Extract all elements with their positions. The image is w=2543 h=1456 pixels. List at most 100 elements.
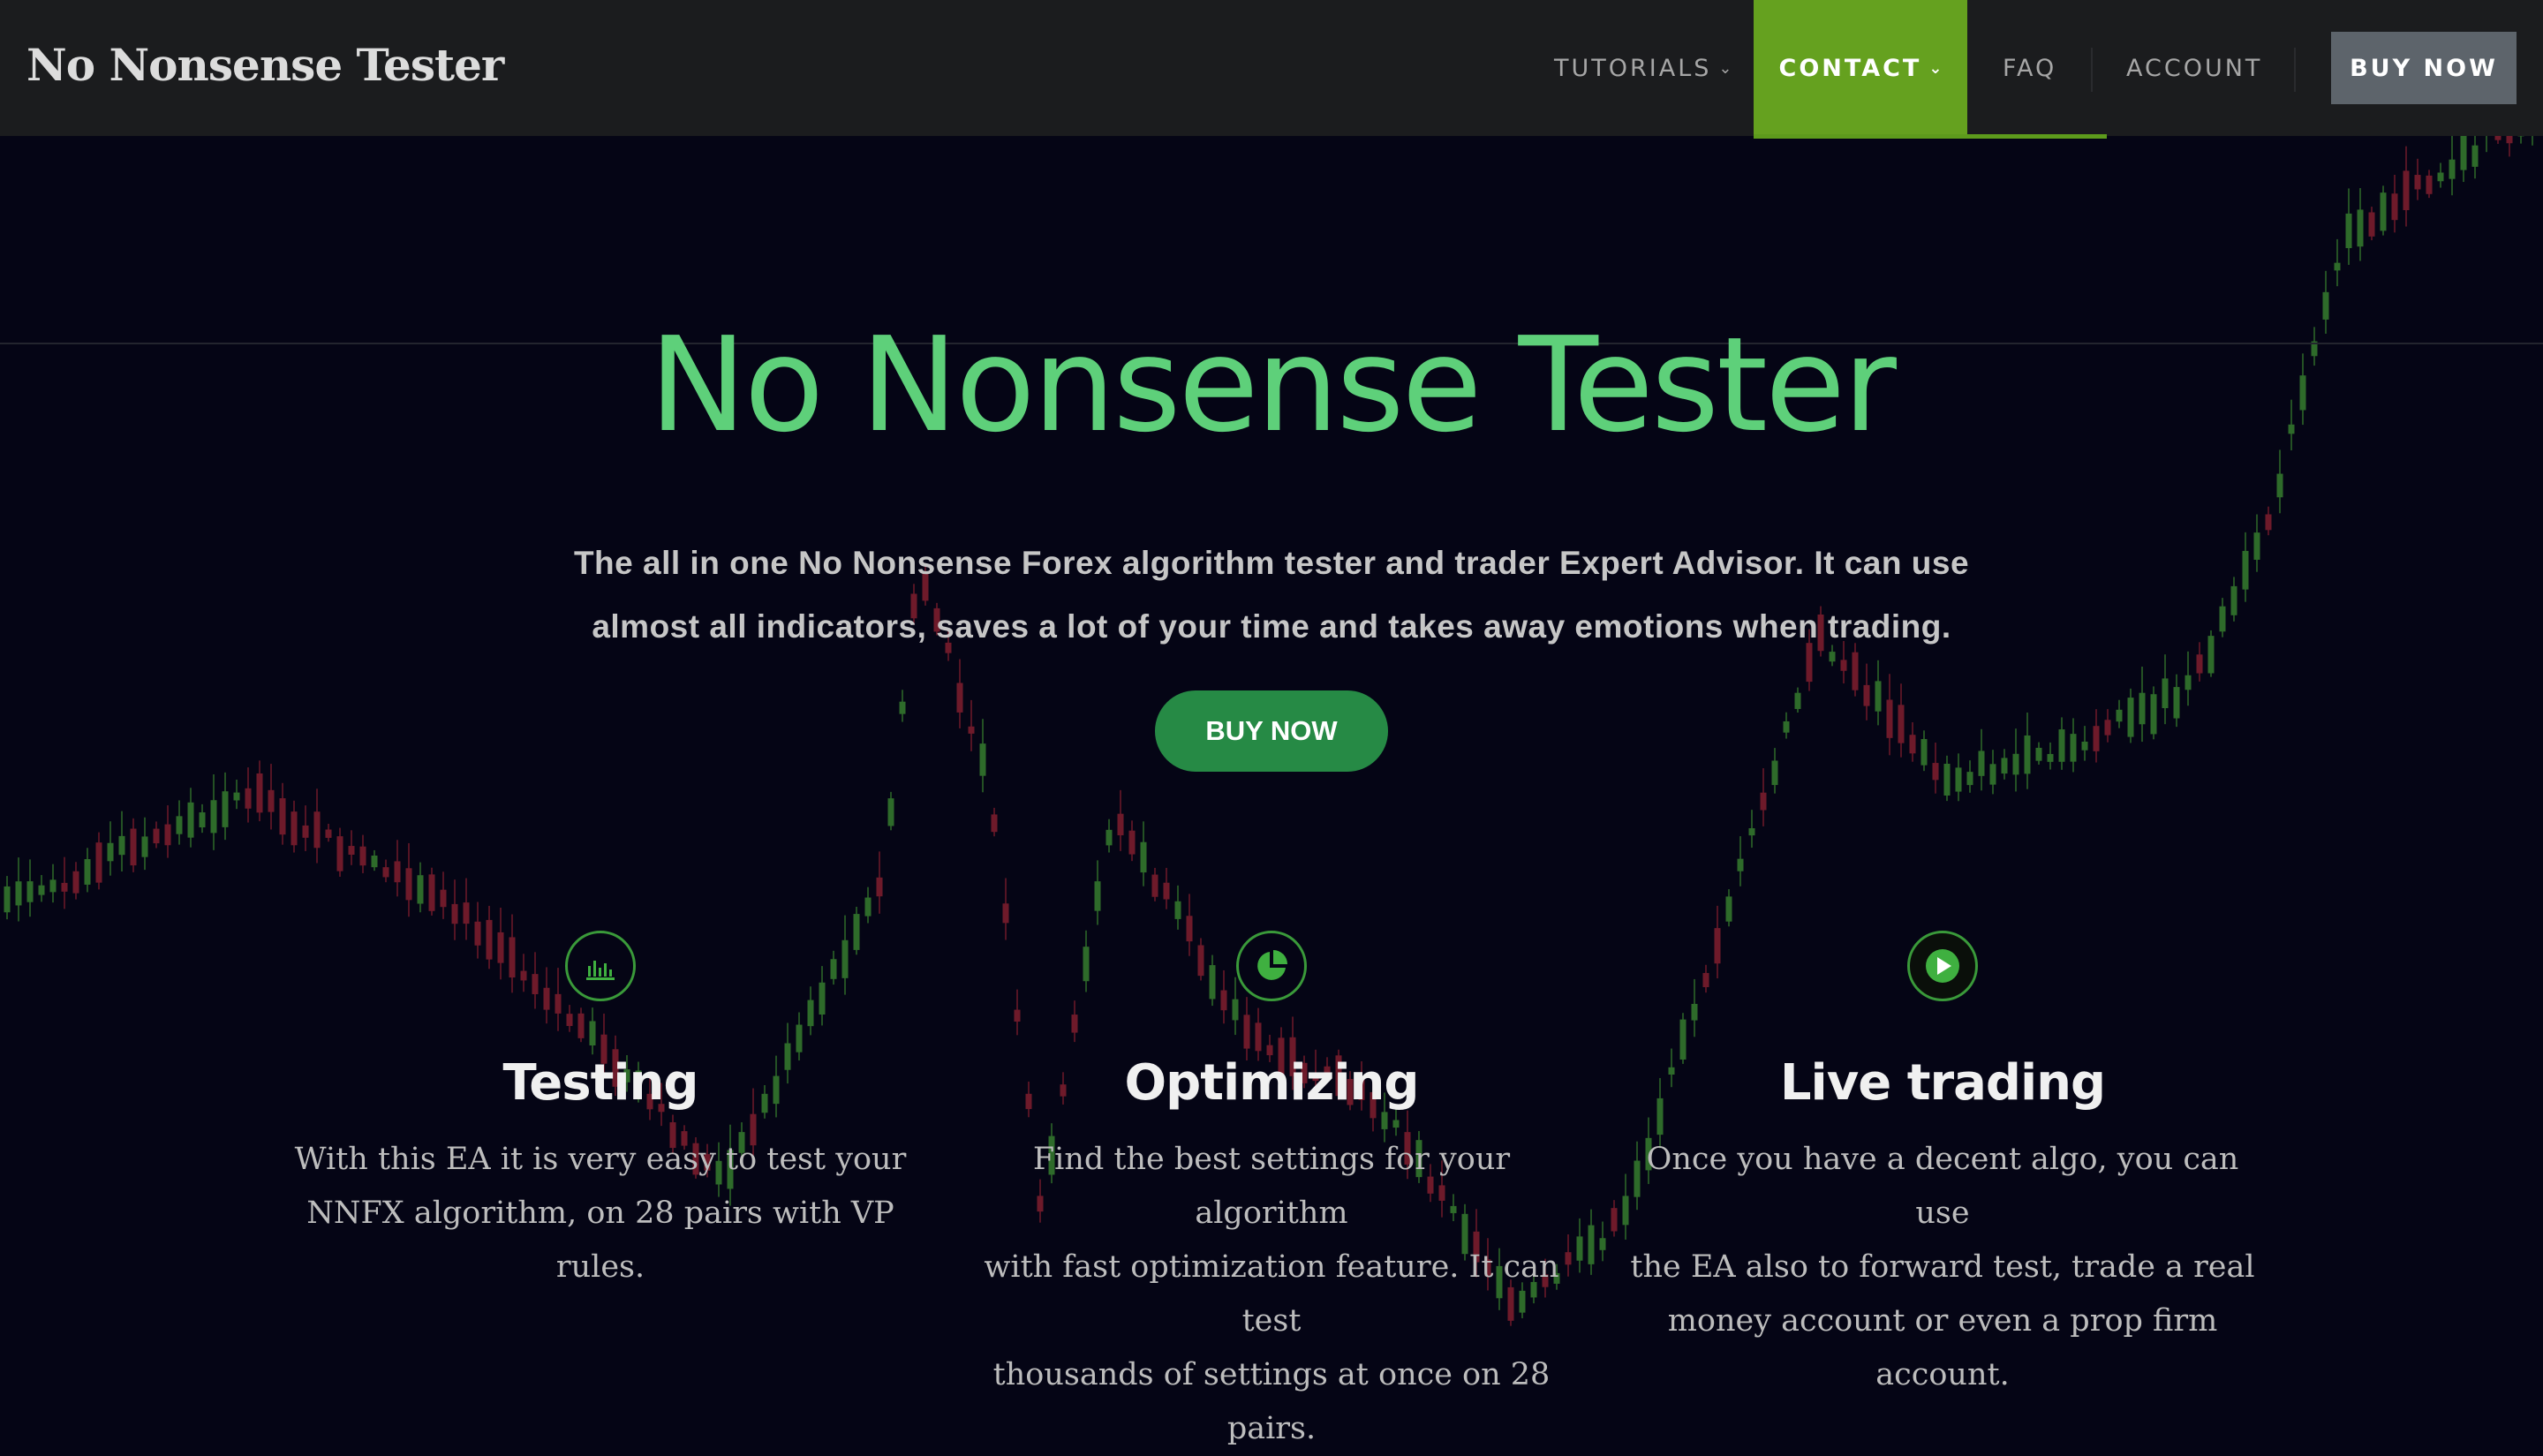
candle-body	[1841, 660, 1847, 670]
candle-body	[2128, 698, 2134, 737]
candle-body	[2048, 754, 2054, 762]
pie-chart-icon	[1236, 931, 1307, 1001]
candle-body	[119, 836, 125, 855]
candle-body	[2220, 607, 2226, 632]
feature-description-line: with fast optimization feature. It can t…	[954, 1241, 1589, 1348]
candle-body	[280, 798, 286, 834]
candle-body	[1761, 793, 1767, 811]
candle-body	[142, 836, 148, 856]
candle-body	[441, 890, 447, 908]
feature-description-line: account.	[1625, 1348, 2260, 1402]
candle-body	[2449, 160, 2456, 179]
candle-body	[1175, 902, 1181, 919]
candle-body	[50, 879, 57, 892]
candle-body	[865, 898, 872, 917]
candle-body	[223, 791, 229, 827]
candle-body	[1611, 1208, 1618, 1231]
candle-body	[2335, 263, 2341, 271]
candle-body	[1898, 705, 1905, 743]
candle-body	[1795, 693, 1801, 709]
candle-body	[2392, 193, 2398, 220]
candle-body	[1164, 883, 1170, 900]
hero-buy-now-button[interactable]: BUY NOW	[1155, 690, 1388, 772]
candle-body	[406, 868, 412, 900]
candle-body	[96, 842, 102, 882]
candle-body	[2094, 726, 2100, 751]
candle-body	[2461, 136, 2467, 170]
candle-body	[2507, 136, 2513, 143]
candle-body	[992, 814, 998, 832]
candle-body	[2346, 214, 2352, 248]
candle-body	[73, 871, 79, 894]
candle-body	[303, 826, 309, 838]
candle-body	[2231, 586, 2237, 615]
candle-body	[2174, 687, 2180, 718]
candle-body	[383, 867, 389, 877]
candle-body	[888, 798, 894, 826]
candle-body	[2403, 170, 2410, 210]
candle-body	[2059, 729, 2065, 762]
candle-body	[2002, 758, 2008, 773]
candle-body	[2025, 736, 2031, 773]
candle-body	[1129, 831, 1136, 855]
candle-body	[1726, 896, 1732, 921]
candle-body	[877, 878, 883, 896]
candle-body	[1600, 1238, 1606, 1250]
candle-body	[200, 812, 206, 827]
candle-body	[1152, 875, 1158, 897]
candle-body	[1875, 681, 1882, 711]
candle-body	[2013, 754, 2019, 775]
candle-body	[1141, 842, 1147, 872]
candle-body	[257, 773, 263, 812]
candle-body	[1003, 903, 1009, 923]
candle-body	[211, 800, 217, 833]
feature-description-line: NNFX algorithm, on 28 pairs with VP rule…	[283, 1187, 918, 1294]
candle-body	[1772, 760, 1778, 785]
candle-body	[2117, 710, 2123, 721]
feature-description: Once you have a decent algo, you can use…	[1625, 1133, 2260, 1402]
candle-body	[2105, 720, 2111, 735]
nav-tutorials[interactable]: TUTORIALS ⌄	[1554, 0, 1732, 136]
header-buy-now-button[interactable]: BUY NOW	[2331, 32, 2517, 104]
candle-body	[429, 874, 435, 910]
candle-body	[452, 904, 458, 924]
candle-body	[1738, 859, 1744, 871]
candle-body	[1944, 764, 1951, 796]
nav-faq[interactable]: FAQ	[2003, 0, 2056, 136]
nav-tutorials-label: TUTORIALS	[1554, 55, 1711, 82]
hero-subtitle: The all in one No Nonsense Forex algorit…	[494, 532, 2049, 659]
candle-body	[900, 702, 906, 714]
feature-title: Live trading	[1625, 1054, 2260, 1112]
candle-body	[980, 743, 986, 776]
feature-description-line: the EA also to forward test, trade a rea…	[1625, 1241, 2260, 1294]
candle-body	[2358, 209, 2364, 246]
feature-description-line: Once you have a decent algo, you can use	[1625, 1133, 2260, 1241]
candle-body	[2151, 694, 2157, 734]
candle-body	[2369, 212, 2375, 236]
nav-active-underline	[1754, 134, 2107, 139]
candle-body	[2082, 742, 2088, 751]
candle-body	[1784, 721, 1790, 733]
candle-body	[314, 811, 321, 848]
candle-body	[154, 829, 160, 844]
nav-account-label: ACCOUNT	[2126, 55, 2262, 82]
nav-account[interactable]: ACCOUNT	[2126, 0, 2262, 136]
candle-body	[1118, 814, 1124, 835]
nav-contact[interactable]: CONTACT ⌄	[1754, 0, 1967, 136]
chevron-down-icon: ⌄	[1928, 59, 1942, 78]
candle-body	[326, 829, 332, 837]
candle-body	[360, 847, 366, 866]
candle-body	[2472, 146, 2479, 167]
candle-body	[291, 811, 298, 845]
nav-separator	[2091, 48, 2093, 92]
candle-body	[2197, 654, 2203, 673]
candle-body	[2243, 551, 2249, 590]
bar-chart-icon	[565, 931, 636, 1001]
chevron-down-icon: ⌄	[1718, 59, 1732, 78]
candle-body	[62, 883, 68, 892]
site-logo[interactable]: No Nonsense Tester	[26, 39, 503, 91]
feature-live-trading: Live trading Once you have a decent algo…	[1625, 931, 2260, 1402]
candle-body	[2415, 175, 2421, 189]
candle-body	[1864, 685, 1870, 706]
candle-body	[2381, 192, 2387, 230]
